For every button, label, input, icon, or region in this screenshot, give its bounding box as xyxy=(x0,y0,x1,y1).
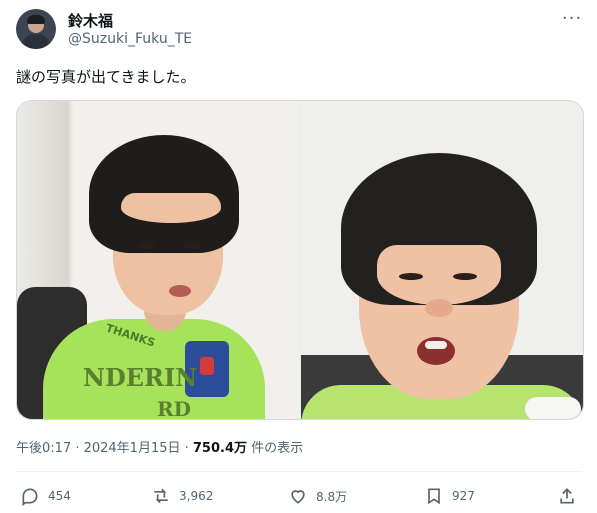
views-count: 750.4万 xyxy=(192,441,248,456)
bookmark-count: 927 xyxy=(452,489,475,503)
tweet-text: 謎の写真が出てきました。 xyxy=(16,68,196,86)
bookmark-icon xyxy=(428,488,440,505)
repost-button[interactable]: 3,962 xyxy=(151,485,213,507)
media-container[interactable]: THANKS NDERIN RD xyxy=(16,100,584,420)
user-handle[interactable]: @Suzuki_Fuku_TE xyxy=(68,31,192,47)
like-count: 8.8万 xyxy=(316,489,348,504)
reply-count: 454 xyxy=(48,489,71,503)
photo-right[interactable] xyxy=(301,101,583,419)
views-label: 件の表示 xyxy=(247,441,304,456)
display-name[interactable]: 鈴木福 xyxy=(68,10,113,31)
repost-icon xyxy=(154,488,168,504)
shirt-text: NDERIN xyxy=(83,363,198,392)
tweet-metadata: 午後0:17 · 2024年1月15日 · 750.4万 件の表示 xyxy=(16,437,303,456)
like-button[interactable]: 8.8万 xyxy=(288,485,347,507)
repost-count: 3,962 xyxy=(179,489,214,503)
share-button[interactable] xyxy=(557,485,577,507)
reply-icon xyxy=(22,488,38,506)
avatar[interactable] xyxy=(16,9,56,49)
like-icon xyxy=(291,490,305,504)
divider xyxy=(16,471,582,472)
bookmark-button[interactable]: 927 xyxy=(424,485,475,507)
reply-button[interactable]: 454 xyxy=(20,485,71,507)
timestamp[interactable]: 午後0:17 · 2024年1月15日 · xyxy=(16,441,193,456)
photo-left[interactable]: THANKS NDERIN RD xyxy=(17,101,299,419)
share-icon xyxy=(560,488,574,504)
shirt-text: RD xyxy=(157,397,191,419)
more-icon[interactable]: ··· xyxy=(562,8,582,29)
